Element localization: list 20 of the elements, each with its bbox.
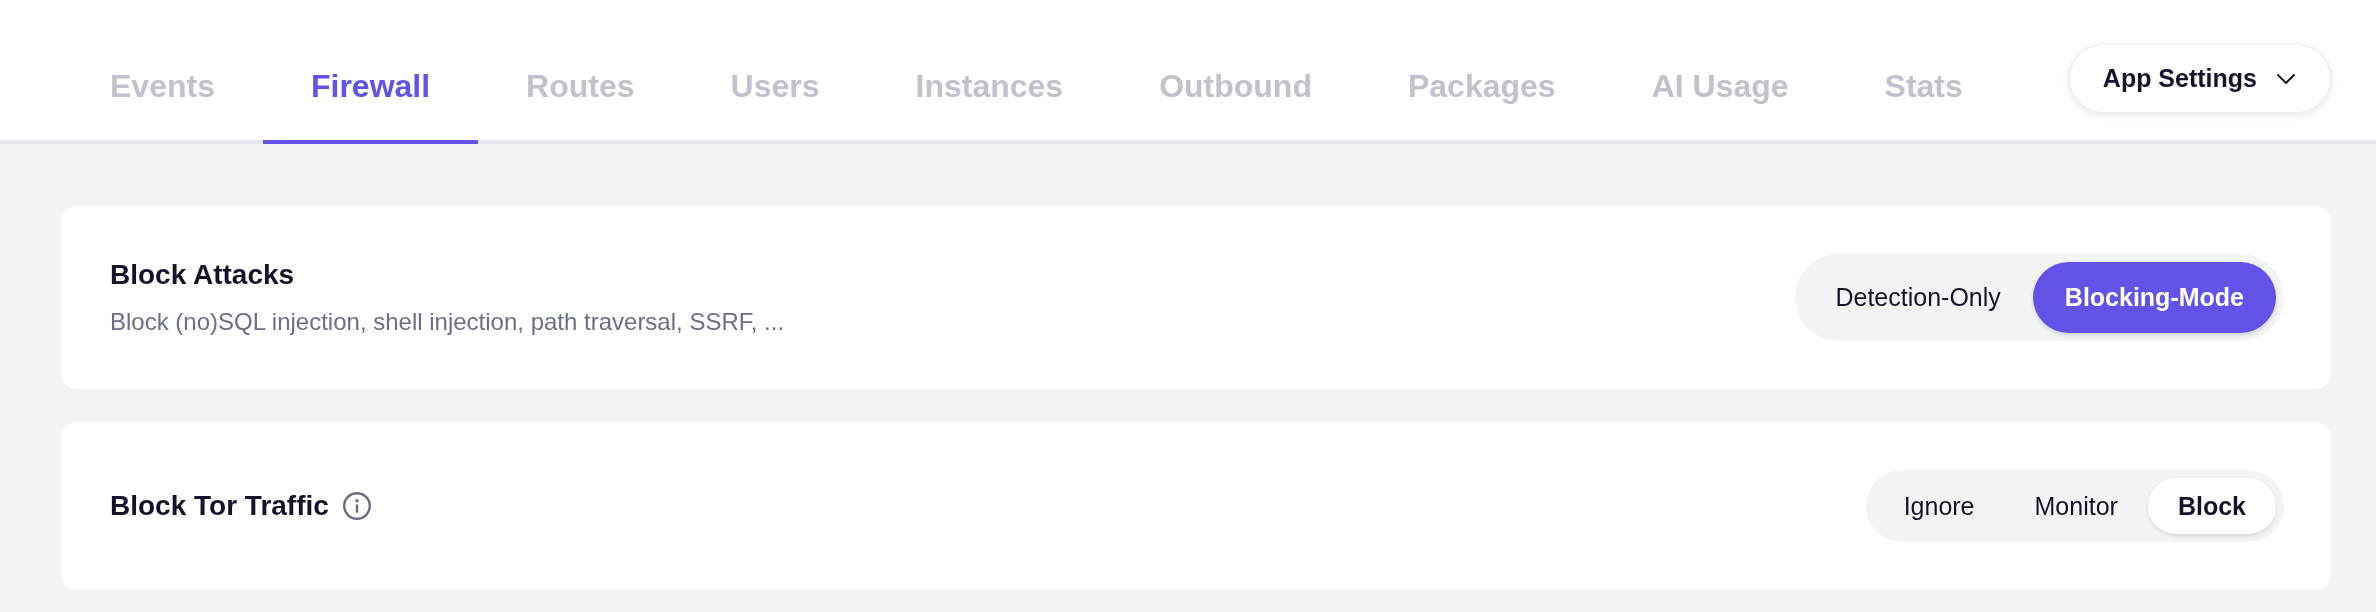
nav-tab[interactable]: Stats	[1836, 34, 2011, 144]
segment-option[interactable]: Ignore	[1873, 478, 2005, 534]
card-title: Block Tor Traffic	[110, 489, 329, 523]
nav-tab[interactable]: AI Usage	[1603, 34, 1837, 144]
nav-tab[interactable]: Packages	[1359, 34, 1604, 144]
segment-option[interactable]: Blocking-Mode	[2032, 262, 2276, 333]
chevron-down-icon	[2277, 73, 2295, 84]
nav-tab[interactable]: Events	[62, 34, 263, 144]
nav-tab[interactable]: Users	[682, 34, 868, 144]
nav-tab[interactable]: Outbound	[1111, 34, 1360, 144]
info-icon[interactable]	[342, 492, 371, 520]
card-title: Block Attacks	[110, 257, 295, 292]
segment-option[interactable]: Monitor	[2004, 478, 2148, 534]
nav-tab[interactable]: Firewall	[262, 34, 479, 144]
segment-option[interactable]: Block	[2147, 478, 2276, 534]
app-settings-button[interactable]: App Settings	[2068, 44, 2331, 113]
segment-option[interactable]: Detection-Only	[1803, 262, 2033, 333]
nav-tab[interactable]: Routes	[478, 34, 683, 144]
card-description: Block (no)SQL injection, shell injection, path traversal, SSRF, ...	[110, 306, 785, 337]
nav-tab[interactable]: Instances	[867, 34, 1112, 144]
